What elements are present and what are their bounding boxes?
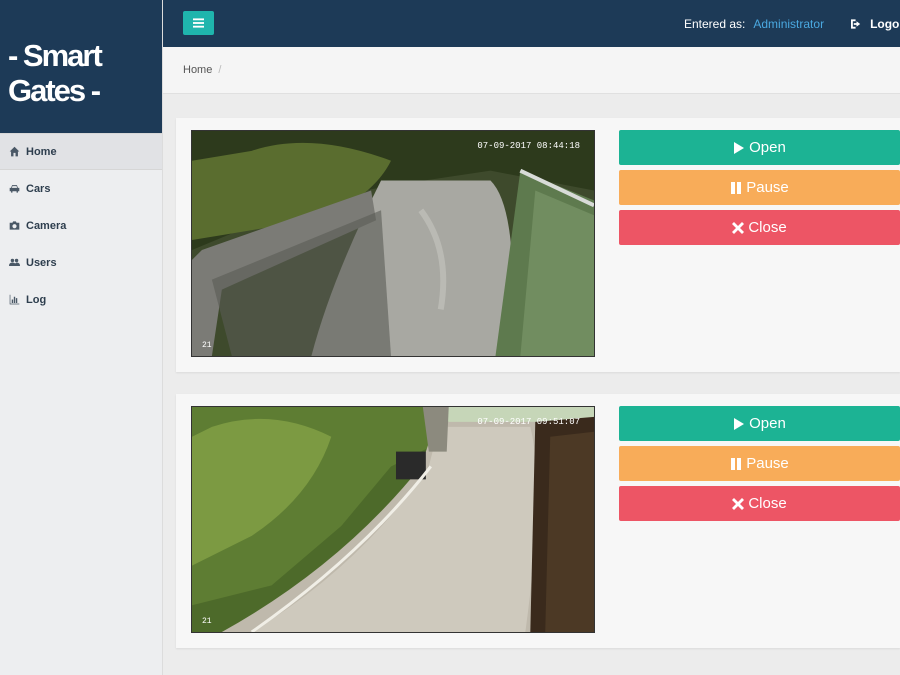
- sidebar-item-camera[interactable]: Camera: [0, 207, 162, 244]
- hamburger-icon: [193, 18, 204, 28]
- close-gate-button[interactable]: Close: [619, 486, 900, 521]
- pause-icon: [731, 181, 742, 194]
- sidebar-item-users[interactable]: Users: [0, 244, 162, 281]
- sidebar-item-label: Camera: [26, 219, 67, 232]
- pause-icon: [731, 457, 742, 470]
- user-name-link[interactable]: Administrator: [753, 17, 824, 31]
- camera-image-2: [192, 407, 594, 632]
- topbar: Entered as: Administrator Logout: [163, 0, 900, 47]
- camera-feed-1[interactable]: 07-09-2017 08:44:18 21: [191, 130, 595, 357]
- pause-label: Pause: [746, 179, 789, 196]
- sidebar-item-label: Users: [26, 256, 57, 269]
- pause-label: Pause: [746, 455, 789, 472]
- sign-out-icon: [851, 19, 861, 29]
- breadcrumb: Home /: [163, 47, 900, 94]
- camera-icon: [8, 220, 20, 232]
- sidebar-item-cars[interactable]: Cars: [0, 170, 162, 207]
- play-icon: [734, 417, 745, 430]
- breadcrumb-separator: /: [218, 64, 222, 76]
- user-area: Entered as: Administrator Logout: [684, 17, 900, 31]
- play-icon: [734, 141, 745, 154]
- open-label: Open: [749, 415, 786, 432]
- logout-label: Logout: [870, 17, 900, 31]
- car-icon: [8, 183, 20, 195]
- sidebar-item-log[interactable]: Log: [0, 281, 162, 318]
- sidebar-nav: Home Cars Camera Users Log: [0, 133, 162, 318]
- users-icon: [8, 257, 20, 269]
- camera-panel-2: 07-09-2017 09:51:07 21 Open Pause Close: [176, 394, 900, 648]
- camera-image-1: [192, 131, 594, 356]
- brand-line-1: - Smart: [8, 38, 103, 73]
- logout-button[interactable]: Logout: [851, 17, 900, 31]
- close-icon: [732, 221, 745, 234]
- open-gate-button[interactable]: Open: [619, 406, 900, 441]
- bar-chart-icon: [8, 294, 20, 306]
- camera-panel-1: 07-09-2017 08:44:18 21 Open Pause Close: [176, 118, 900, 372]
- close-gate-button[interactable]: Close: [619, 210, 900, 245]
- camera-timestamp: 07-09-2017 08:44:18: [477, 141, 580, 151]
- close-label: Close: [748, 495, 787, 512]
- camera-channel: 21: [202, 617, 212, 626]
- close-icon: [732, 497, 745, 510]
- open-label: Open: [749, 139, 786, 156]
- sidebar-item-label: Log: [26, 293, 47, 306]
- sidebar-item-home[interactable]: Home: [0, 133, 162, 170]
- menu-toggle-button[interactable]: [183, 11, 214, 35]
- camera-timestamp: 07-09-2017 09:51:07: [477, 417, 580, 427]
- open-gate-button[interactable]: Open: [619, 130, 900, 165]
- camera-actions-2: Open Pause Close: [619, 406, 900, 526]
- camera-feed-2[interactable]: 07-09-2017 09:51:07 21: [191, 406, 595, 633]
- brand-logo[interactable]: - Smart Gates -: [0, 0, 162, 133]
- entered-as-label: Entered as:: [684, 17, 746, 31]
- camera-actions-1: Open Pause Close: [619, 130, 900, 250]
- brand-line-2: Gates -: [8, 73, 101, 108]
- breadcrumb-home[interactable]: Home: [183, 64, 212, 76]
- sidebar-item-label: Home: [26, 145, 57, 158]
- sidebar: - Smart Gates - Home Cars Camera Users L…: [0, 0, 163, 675]
- camera-channel: 21: [202, 341, 212, 350]
- close-label: Close: [748, 219, 787, 236]
- pause-gate-button[interactable]: Pause: [619, 170, 900, 205]
- home-icon: [8, 146, 20, 158]
- pause-gate-button[interactable]: Pause: [619, 446, 900, 481]
- sidebar-item-label: Cars: [26, 182, 51, 195]
